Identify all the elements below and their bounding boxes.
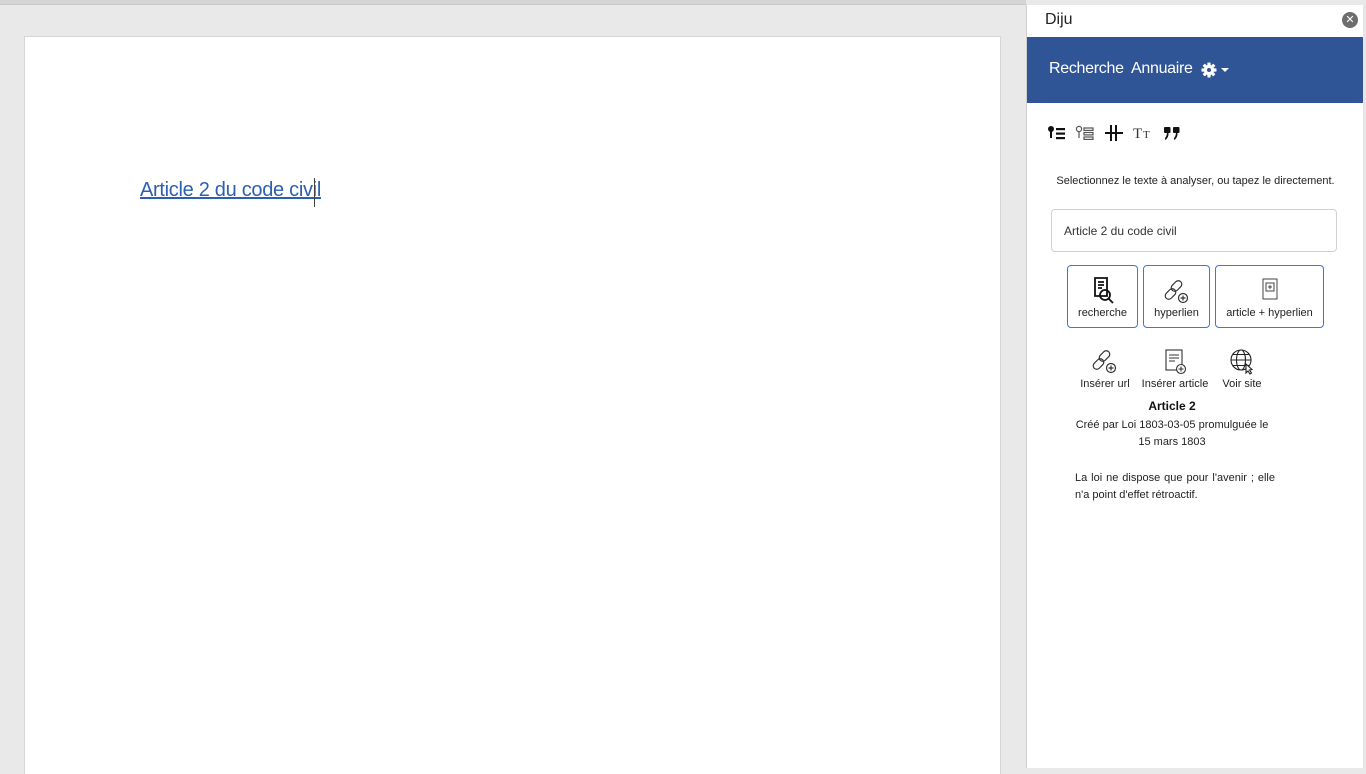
globe-icon [1229,347,1255,380]
voir-site-label: Voir site [1222,378,1262,390]
article-hyperlien-label: article + hyperlien [1226,307,1313,319]
document-hyperlink[interactable]: Article 2 du code civil [140,179,321,202]
inserer-article-label: Insérer article [1141,378,1209,390]
text-cursor [314,178,315,207]
close-icon[interactable]: ✕ [1342,12,1358,28]
nav-recherche[interactable]: Recherche [1049,60,1124,78]
key-list-icon[interactable] [1047,123,1067,143]
instruction-text: Selectionnez le texte à analyser, ou tap… [1056,175,1335,187]
nav-annuaire[interactable]: Annuaire [1131,60,1193,78]
inserer-url-label: Insérer url [1080,378,1130,390]
document-add-icon [1162,347,1188,380]
pane-title: Diju [1045,11,1073,28]
article-title: Article 2 [1148,399,1196,413]
article-meta: Créé par Loi 1803-03-05 promulguée le 15… [1075,419,1269,448]
article-link-icon [1259,276,1281,309]
quote-icon[interactable] [1162,123,1182,143]
pane-navbar: Recherche Annuaire [1027,37,1364,103]
document-page[interactable]: Article 2 du code civil [24,36,1001,774]
article-hyperlien-button[interactable]: article + hyperlien [1215,265,1324,328]
hyperlien-label: hyperlien [1154,307,1199,319]
hyperlien-button[interactable]: hyperlien [1143,265,1210,328]
search-input[interactable] [1051,209,1337,252]
gear-icon [1201,62,1229,78]
key-list-outline-icon[interactable] [1075,123,1095,143]
link-add-icon [1092,347,1118,380]
svg-text:T: T [1133,126,1142,142]
inserer-article-button[interactable]: Insérer article [1140,347,1210,391]
document-area: Article 2 du code civil [0,5,1026,774]
article-text: La loi ne dispose que pour l'avenir ; el… [1075,472,1275,501]
svg-text:T: T [1143,129,1150,141]
recherche-button[interactable]: recherche [1067,265,1138,328]
text-size-icon[interactable]: T T [1132,123,1156,143]
link-add-icon [1164,276,1190,309]
document-search-icon [1090,276,1116,309]
diju-task-pane: Diju ✕ Recherche Annuaire T T Selectionn… [1026,5,1364,768]
voir-site-button[interactable]: Voir site [1207,347,1277,391]
recherche-label: recherche [1078,307,1127,319]
settings-dropdown[interactable] [1201,60,1231,80]
inserer-url-button[interactable]: Insérer url [1070,347,1140,391]
chevron-down-icon [1221,68,1229,72]
split-icon[interactable] [1104,123,1124,143]
